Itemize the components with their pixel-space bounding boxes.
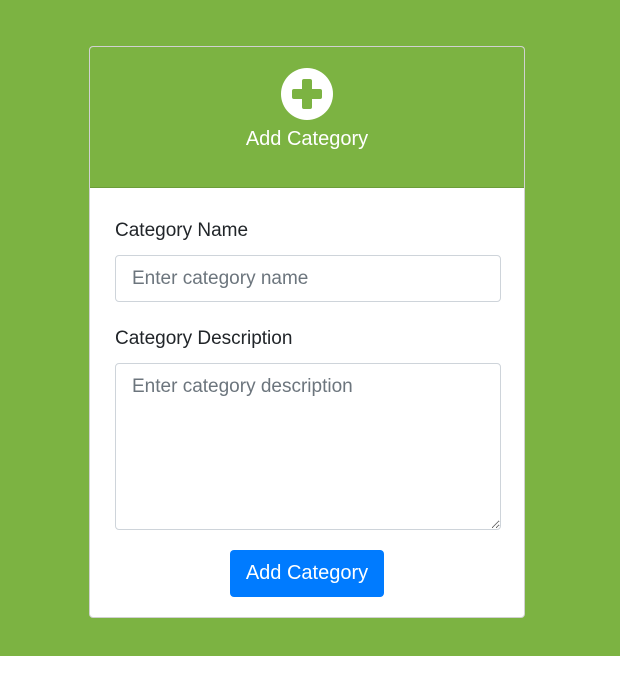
- plus-circle-icon: [281, 68, 333, 120]
- category-name-label: Category Name: [115, 220, 249, 241]
- card-header: Add Category: [90, 47, 524, 188]
- button-row: Add Category: [115, 550, 499, 597]
- card-title: Add Category: [245, 128, 369, 150]
- category-form: Category Name Category Description Add C…: [90, 188, 524, 597]
- category-name-input[interactable]: [115, 255, 501, 302]
- category-description-label: Category Description: [115, 328, 293, 349]
- category-description-textarea[interactable]: [115, 363, 501, 530]
- add-category-card: Add Category Category Name Category Desc…: [89, 46, 525, 618]
- add-category-button[interactable]: Add Category: [229, 550, 385, 597]
